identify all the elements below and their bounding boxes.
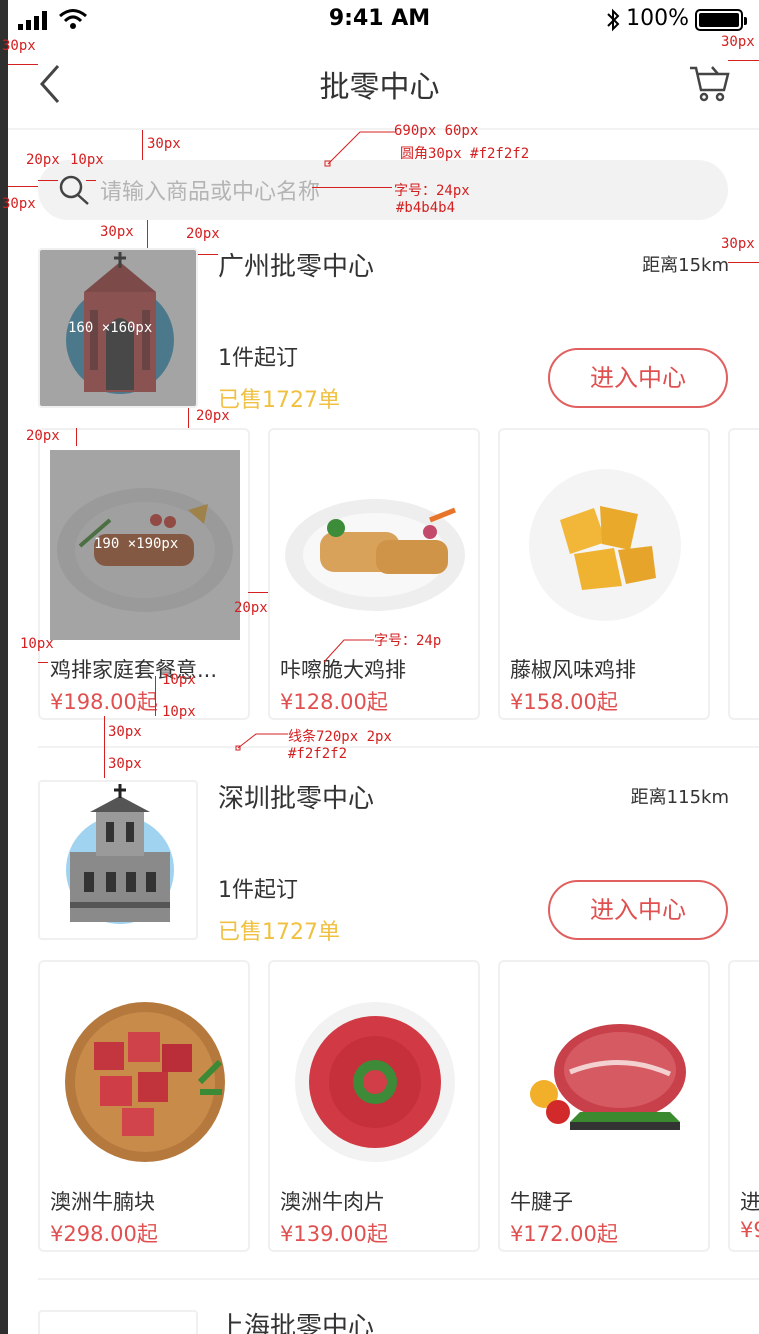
product-name: 澳洲牛腩块: [50, 1190, 155, 1214]
section-divider: [38, 746, 759, 748]
pepper-chicken-image: [529, 469, 681, 621]
product-price: ¥172.00起: [510, 1222, 618, 1246]
annotation: #f2f2f2: [288, 746, 348, 762]
product-name: 藤椒风味鸡排: [510, 658, 636, 682]
annotation: 20px: [26, 152, 60, 168]
annotation: 30px: [2, 38, 36, 54]
product-card[interactable]: 藤椒风味鸡排 ¥158.00起: [498, 428, 710, 720]
annotation-line: [76, 428, 77, 446]
search-placeholder: 请输入商品或中心名称: [100, 180, 321, 205]
center-distance: 距离115km: [630, 787, 729, 808]
annotation: 线条720px 2px: [288, 729, 392, 745]
search-input[interactable]: 请输入商品或中心名称: [38, 160, 728, 220]
page-title: 批零中心: [319, 70, 440, 105]
min-order: 1件起订: [218, 878, 298, 903]
annotation: 10px: [20, 636, 54, 652]
product-card[interactable]: 澳洲牛腩块 ¥298.00起: [38, 960, 250, 1252]
annotation: 20px: [234, 600, 268, 616]
battery-percent: 100%: [626, 6, 689, 31]
beef-slices-image: [295, 1002, 455, 1162]
annotation-line: [312, 187, 392, 188]
annotation: 30px: [108, 724, 142, 740]
annotation: #b4b4b4: [396, 200, 456, 216]
product-card[interactable]: 牛腱子 ¥172.00起: [498, 960, 710, 1252]
annotation: 20px: [26, 428, 60, 444]
product-price: ¥158.00起: [510, 690, 618, 714]
annotation-leader: [323, 639, 374, 663]
center-thumbnail[interactable]: 160 ×160px: [38, 248, 198, 408]
annotation-line: [142, 130, 143, 160]
annotation-line: [198, 254, 218, 255]
product-price: ¥139.00起: [280, 1222, 388, 1246]
center-name: 深圳批零中心: [218, 784, 375, 814]
center-name: 上海批零中心: [218, 1312, 375, 1334]
annotation: 20px: [196, 408, 230, 424]
annotation-line: [188, 408, 189, 428]
annotation: 30px: [721, 34, 755, 50]
annotation: 30px: [721, 236, 755, 252]
product-name: 牛腱子: [510, 1190, 573, 1214]
product-name: 澳洲牛肉片: [280, 1190, 385, 1214]
product-card[interactable]: 澳洲牛肉片 ¥139.00起: [268, 960, 480, 1252]
beef-shank-image: [530, 1024, 686, 1130]
annotation-leader: [235, 733, 288, 751]
annotation-line: [248, 592, 268, 593]
annotation: 30px: [147, 136, 181, 152]
search-icon: [59, 175, 89, 205]
sold-count: 已售1727单: [218, 920, 340, 945]
cart-button[interactable]: [688, 64, 730, 104]
annotation: 10px: [162, 704, 196, 720]
product-price: ¥198.00起: [50, 690, 158, 714]
center-distance: 距离15km: [642, 255, 729, 276]
center-thumbnail[interactable]: [38, 1310, 198, 1334]
annotation-line: [86, 180, 96, 181]
center-thumbnail[interactable]: [38, 780, 198, 940]
product-card-partial[interactable]: [728, 428, 759, 720]
annotation: 20px: [186, 226, 220, 242]
annotation-line: [8, 64, 38, 65]
annotation: 30px: [100, 224, 134, 240]
annotation-line: [104, 716, 105, 778]
beef-cubes-image: [65, 1002, 225, 1162]
annotation: 字号：24px: [394, 183, 470, 199]
annotation: 160 ×160px: [68, 320, 153, 336]
annotation: 690px 60px: [394, 123, 479, 139]
product-card[interactable]: 咔嚓脆大鸡排 ¥128.00起: [268, 428, 480, 720]
annotation-line: [728, 60, 759, 61]
product-price: ¥9: [740, 1218, 759, 1242]
bluetooth-icon: [605, 8, 621, 36]
building-image: [66, 784, 174, 924]
annotation-line: [155, 676, 156, 716]
min-order: 1件起订: [218, 346, 298, 371]
annotation: 190 ×190px: [94, 536, 179, 552]
annotation-line: [147, 220, 148, 248]
product-price: ¥298.00起: [50, 1222, 158, 1246]
annotation-line: [8, 186, 38, 187]
annotation-line: [728, 262, 759, 263]
shopping-cart-icon: [690, 66, 730, 102]
crispy-chicken-image: [285, 499, 465, 611]
annotation-leader: [324, 131, 396, 167]
battery-icon: [695, 9, 747, 31]
enter-center-button[interactable]: 进入中心: [548, 880, 728, 940]
annotation: 10px: [70, 152, 104, 168]
product-name: 进: [740, 1190, 759, 1214]
annotation: 圆角30px #f2f2f2: [400, 146, 530, 162]
center-name: 广州批零中心: [218, 252, 375, 282]
product-card[interactable]: 190 ×190px 鸡排家庭套餐意... ¥198.00起: [38, 428, 250, 720]
enter-center-button[interactable]: 进入中心: [548, 348, 728, 408]
product-card-partial[interactable]: 进 ¥9: [728, 960, 759, 1252]
annotation-line: [38, 662, 48, 663]
annotation-line: [38, 180, 58, 181]
product-price: ¥128.00起: [280, 690, 388, 714]
annotation: 10px: [162, 672, 196, 688]
section-divider: [38, 1278, 759, 1280]
annotation: 30px: [2, 196, 36, 212]
annotation: 30px: [108, 756, 142, 772]
annotation: 字号：24p: [374, 633, 442, 649]
sold-count: 已售1727单: [218, 388, 340, 413]
